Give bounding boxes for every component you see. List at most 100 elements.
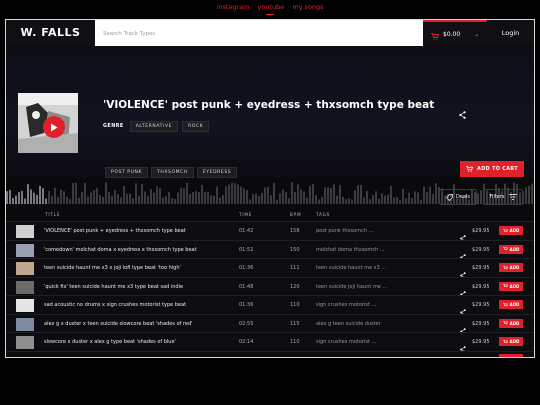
- track-thumbnail[interactable]: [16, 280, 34, 294]
- table-row[interactable]: 'comedown' molchat doma x eyedress x thx…: [6, 239, 534, 261]
- waveform-bar: [375, 191, 377, 204]
- waveform-bar: [75, 182, 77, 204]
- add-button[interactable]: ADD: [499, 226, 523, 235]
- track-thumbnail[interactable]: [16, 299, 34, 312]
- add-button[interactable]: ADD: [499, 318, 523, 328]
- genre-label: GENRE: [103, 124, 124, 129]
- logo[interactable]: W. FALLS: [6, 20, 95, 46]
- cart-button[interactable]: $0.00 ⌄: [423, 20, 487, 46]
- waveform-bar: [141, 184, 143, 204]
- col-title[interactable]: TITLE: [45, 212, 60, 217]
- waveform-bar: [315, 195, 317, 204]
- waveform-bar: [402, 188, 404, 204]
- cart-icon: [502, 228, 508, 232]
- waveform-bar: [228, 184, 230, 204]
- track-tag[interactable]: THXSOMCH: [151, 167, 194, 178]
- play-button[interactable]: [43, 116, 65, 138]
- waveform-bar: [42, 188, 44, 204]
- genre-tag[interactable]: ROCK: [182, 121, 210, 132]
- track-thumbnail[interactable]: [16, 243, 34, 257]
- waveform-bar: [171, 198, 173, 204]
- waveform-bar: [51, 195, 53, 204]
- row-price: $29.95: [472, 339, 490, 345]
- table-row[interactable]: alex g x duster x teen suicide slowcore …: [6, 313, 534, 335]
- search-input[interactable]: [95, 21, 423, 47]
- link-youtube[interactable]: youtube: [257, 3, 284, 11]
- row-tags[interactable]: teen suicide joji haunt me ...: [316, 284, 387, 290]
- add-button[interactable]: ADD: [499, 337, 523, 346]
- waveform-bar: [276, 199, 278, 204]
- track-tag[interactable]: EYEDRESS: [196, 167, 238, 178]
- login-button[interactable]: Login: [487, 20, 534, 46]
- table-row[interactable]: [6, 350, 534, 357]
- table-row[interactable]: sad acoustic no drums x sign crushes mot…: [6, 295, 534, 316]
- waveform-bar: [405, 198, 407, 204]
- waveform-bar: [207, 192, 209, 204]
- track-thumbnail[interactable]: [16, 225, 34, 238]
- share-icon[interactable]: [459, 104, 466, 123]
- filters-label: Filters: [489, 194, 505, 200]
- waveform-bar: [417, 192, 419, 204]
- table-row[interactable]: 'quick fix' teen suicide haunt me x3 typ…: [6, 276, 534, 298]
- link-instagram[interactable]: instagram: [216, 3, 249, 11]
- row-tags[interactable]: sign crushes motorist ...: [316, 302, 376, 308]
- row-title[interactable]: 'comedown' molchat doma x eyedress x thx…: [44, 247, 197, 253]
- waveform-bar: [378, 198, 380, 204]
- row-tags[interactable]: alex g teen suicide duster: [316, 321, 381, 327]
- deals-button[interactable]: Deals: [439, 189, 477, 205]
- waveform-bar: [189, 194, 191, 204]
- waveform-bar: [369, 199, 371, 204]
- waveform-bar: [216, 186, 218, 204]
- filters-button[interactable]: Filters: [483, 189, 523, 205]
- row-title[interactable]: 'quick fix' teen suicide haunt me x3 typ…: [44, 284, 183, 290]
- waveform-bar: [525, 187, 527, 204]
- track-thumbnail[interactable]: [16, 317, 34, 331]
- row-tags[interactable]: teen suicide haunt me x3 ...: [316, 265, 386, 271]
- add-button[interactable]: ADD: [499, 263, 523, 272]
- table-row[interactable]: teen suicide haunt me x3 x joji lofi typ…: [6, 258, 534, 279]
- waveform-bar: [219, 197, 221, 204]
- table-row[interactable]: 'VIOLENCE' post punk + eyedress + thxsom…: [6, 221, 534, 242]
- waveform-bar: [225, 186, 227, 204]
- link-my-songs[interactable]: my songs: [292, 3, 323, 11]
- row-price: $29.95: [472, 283, 490, 290]
- row-price: $29.95: [472, 228, 490, 234]
- row-tags[interactable]: molchat doma thxsomch ...: [316, 247, 385, 253]
- waveform-bar: [282, 189, 284, 204]
- row-tags[interactable]: sign crushes motorist ...: [316, 339, 376, 345]
- genre-tag[interactable]: ALTERNATIVE: [129, 121, 179, 132]
- store-frame: W. FALLS $0.00 ⌄ Login 'VIOLENCE' po: [5, 19, 535, 358]
- add-button[interactable]: ADD: [499, 281, 523, 291]
- add-button[interactable]: [499, 353, 523, 357]
- cart-icon: [431, 25, 440, 44]
- row-title[interactable]: slowcore x duster x alex g type beat 'sh…: [44, 339, 176, 345]
- row-tags[interactable]: post punk thxsomch ...: [316, 228, 373, 234]
- waveform-bar: [210, 195, 212, 204]
- row-title[interactable]: alex g x duster x teen suicide slowcore …: [44, 321, 193, 327]
- waveform-bar: [288, 198, 290, 204]
- waveform-bar: [93, 190, 95, 204]
- table-row[interactable]: slowcore x duster x alex g type beat 'sh…: [6, 332, 534, 353]
- waveform-bar: [129, 193, 131, 204]
- row-title[interactable]: 'VIOLENCE' post punk + eyedress + thxsom…: [44, 228, 186, 234]
- row-title[interactable]: sad acoustic no drums x sign crushes mot…: [44, 302, 186, 308]
- waveform-bar: [363, 197, 365, 204]
- waveform-bar: [348, 198, 350, 204]
- col-bpm[interactable]: BPM: [290, 212, 301, 217]
- track-tag[interactable]: POST PUNK: [105, 167, 149, 178]
- add-button[interactable]: ADD: [499, 300, 523, 309]
- track-thumbnail[interactable]: [16, 262, 34, 275]
- waveform-bar: [33, 192, 35, 204]
- waveform-bar: [354, 190, 356, 204]
- track-thumbnail[interactable]: [16, 336, 34, 349]
- chevron-down-icon: ⌄: [474, 30, 480, 38]
- add-button[interactable]: ADD: [499, 244, 523, 254]
- waveform-bar: [312, 183, 314, 204]
- waveform-bar: [528, 185, 530, 204]
- waveform-bar: [381, 193, 383, 204]
- row-title[interactable]: teen suicide haunt me x3 x joji lofi typ…: [44, 265, 181, 271]
- col-time[interactable]: TIME: [239, 212, 252, 217]
- featured-track: 'VIOLENCE' post punk + eyedress + thxsom…: [6, 46, 534, 204]
- row-time: 02:14: [239, 339, 254, 345]
- add-to-cart-button[interactable]: ADD TO CART: [460, 161, 524, 177]
